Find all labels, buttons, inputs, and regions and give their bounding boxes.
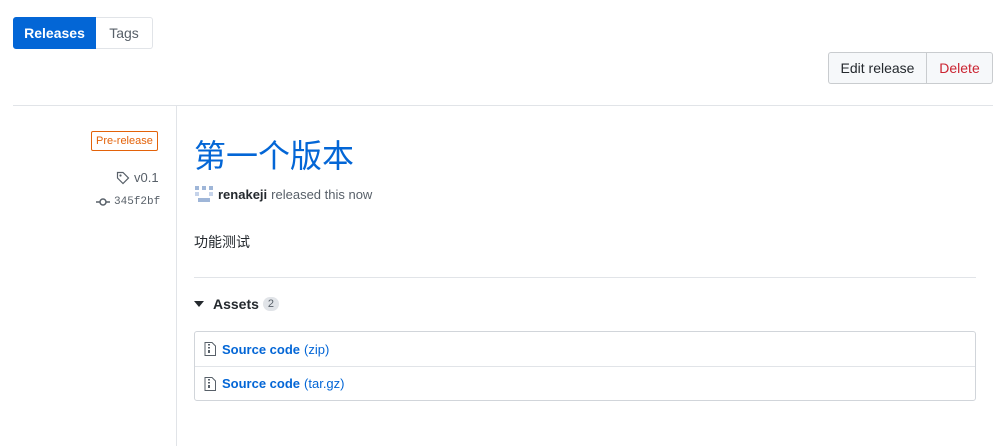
delete-button[interactable]: Delete (927, 52, 993, 84)
tag-link[interactable]: v0.1 (116, 170, 159, 185)
assets-count: 2 (262, 297, 280, 311)
commit-sha: 345f2bf (114, 196, 161, 208)
release-tabs: Releases Tags (13, 17, 153, 49)
list-item[interactable]: Source code (zip) (195, 332, 975, 366)
release-meta: renakeji released this now (194, 184, 372, 204)
released-text: released this now (271, 186, 373, 202)
assets-label: Assets (213, 296, 259, 312)
asset-link[interactable]: Source code (222, 342, 300, 357)
commit-icon (96, 198, 110, 206)
divider (13, 105, 993, 106)
release-title[interactable]: 第一个版本 (194, 136, 354, 176)
sidebar-divider (176, 105, 177, 446)
tag-icon (116, 171, 130, 184)
asset-link[interactable]: Source code (222, 376, 300, 391)
prerelease-badge: Pre-release (91, 131, 158, 151)
release-body: 功能测试 (194, 235, 250, 251)
release-actions: Edit release Delete (828, 52, 993, 84)
edit-release-button[interactable]: Edit release (828, 52, 927, 84)
tab-tags[interactable]: Tags (96, 17, 153, 49)
caret-down-icon (194, 301, 204, 307)
zip-file-icon (204, 376, 216, 391)
tag-label: v0.1 (134, 170, 159, 185)
list-item[interactable]: Source code (tar.gz) (195, 366, 975, 400)
avatar[interactable] (194, 184, 214, 204)
divider (194, 277, 976, 278)
commit-link[interactable]: 345f2bf (96, 196, 160, 208)
author-link[interactable]: renakeji (218, 187, 267, 202)
asset-ext: (zip) (304, 341, 330, 357)
assets-toggle[interactable]: Assets 2 (194, 296, 280, 312)
asset-ext: (tar.gz) (304, 376, 345, 391)
assets-list: Source code (zip) Source code (tar.gz) (194, 331, 976, 401)
tab-releases[interactable]: Releases (13, 17, 96, 49)
zip-file-icon (204, 342, 216, 356)
